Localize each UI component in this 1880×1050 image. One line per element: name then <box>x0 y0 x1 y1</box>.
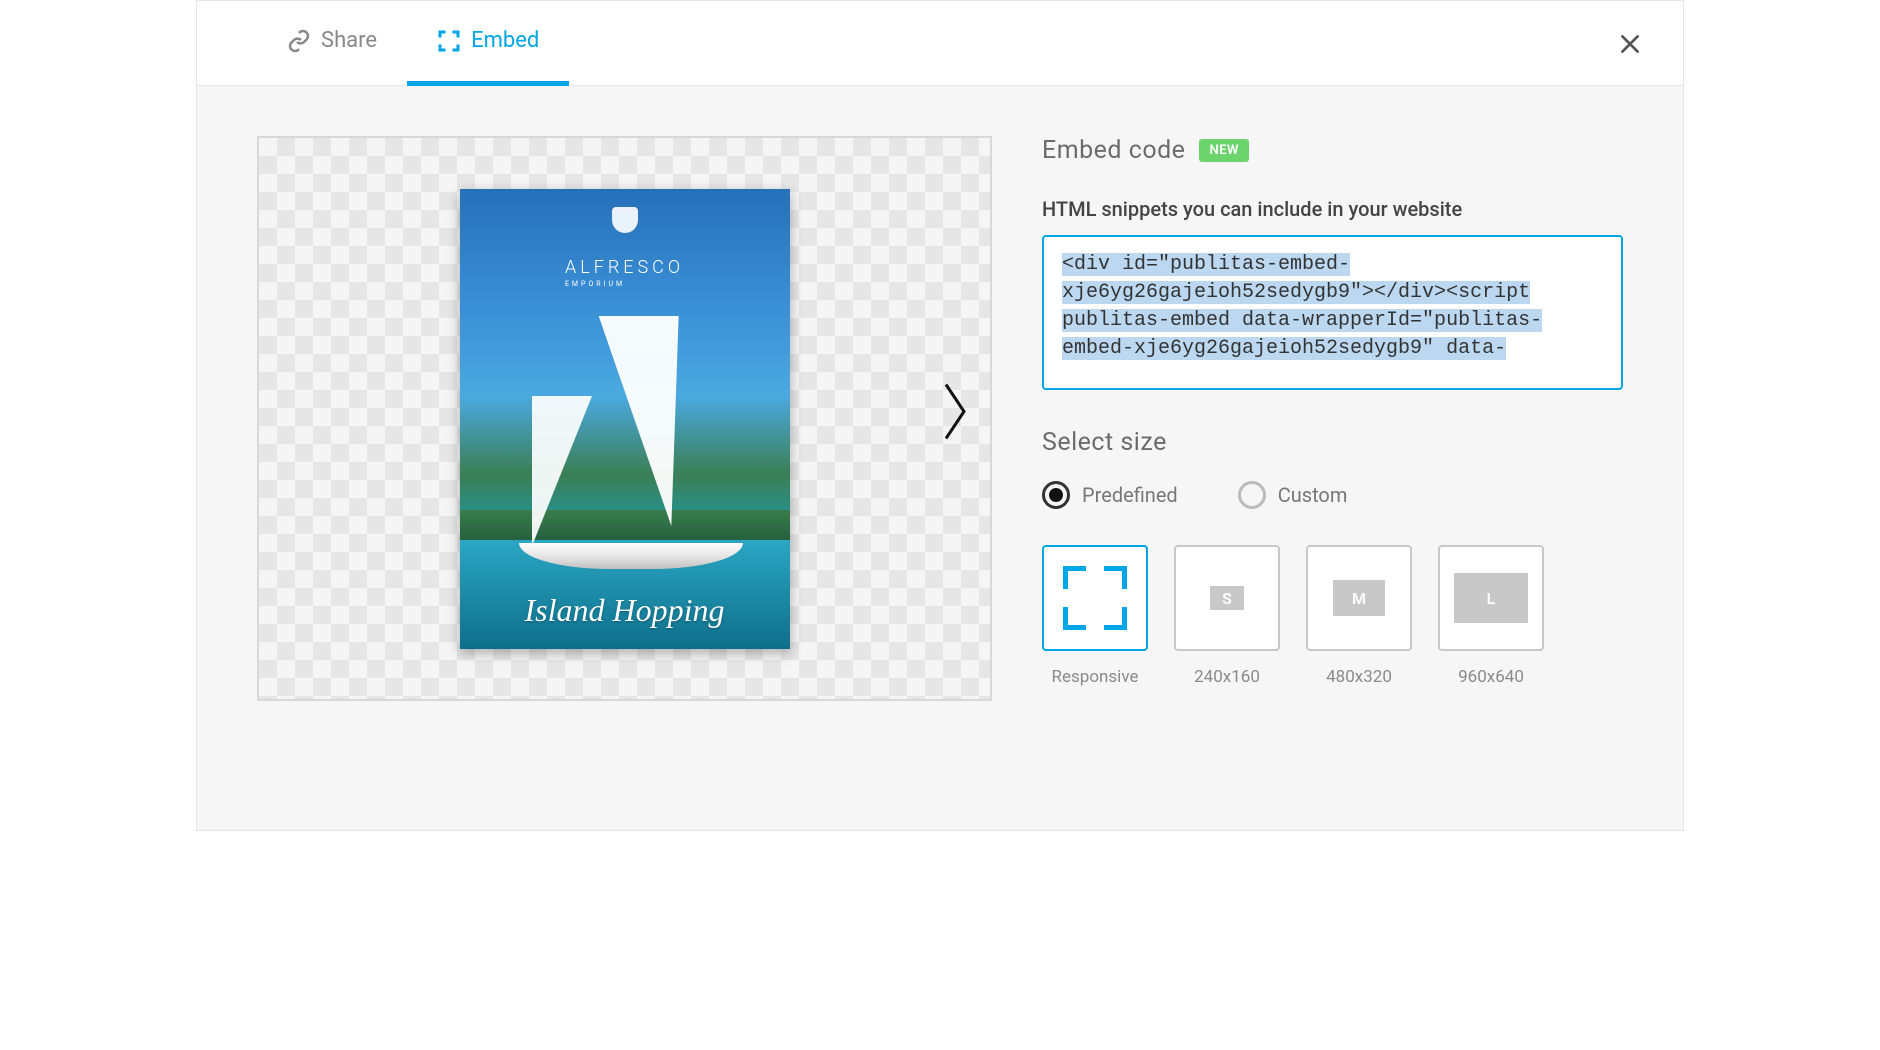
embed-code-textarea[interactable]: <div id="publitas-embed-xje6yg26gajeioh5… <box>1042 235 1623 390</box>
publication-logo: ALFRESCO EMPORIUM <box>565 207 684 288</box>
size-l-icon: L <box>1454 573 1528 623</box>
link-icon <box>287 29 311 53</box>
size-label-medium: 480x320 <box>1326 667 1392 687</box>
select-size-heading: Select size <box>1042 428 1623 457</box>
embed-subtitle: HTML snippets you can include in your we… <box>1042 197 1623 221</box>
embed-icon <box>437 29 461 53</box>
publication-brand-sub: EMPORIUM <box>565 280 684 288</box>
new-badge: NEW <box>1199 139 1248 162</box>
size-s-icon: S <box>1210 586 1244 610</box>
publication-brand: ALFRESCO <box>565 257 684 278</box>
size-card-large[interactable]: L <box>1438 545 1544 651</box>
radio-custom[interactable]: Custom <box>1238 481 1348 509</box>
size-option-large: L 960x640 <box>1438 545 1544 687</box>
embed-panel: Embed code NEW HTML snippets you can inc… <box>1042 136 1623 780</box>
close-icon <box>1617 31 1643 57</box>
radio-icon-checked <box>1042 481 1070 509</box>
size-label-responsive: Responsive <box>1052 667 1139 687</box>
radio-icon-unchecked <box>1238 481 1266 509</box>
size-card-medium[interactable]: M <box>1306 545 1412 651</box>
size-options: Responsive S 240x160 M 480x320 L 960x640 <box>1042 545 1623 687</box>
embed-code-text: <div id="publitas-embed-xje6yg26gajeioh5… <box>1062 253 1542 360</box>
publication-preview[interactable]: ALFRESCO EMPORIUM Island Hopping <box>460 189 790 649</box>
size-mode-radios: Predefined Custom <box>1042 481 1623 509</box>
size-card-small[interactable]: S <box>1174 545 1280 651</box>
close-button[interactable] <box>1617 31 1643 63</box>
size-option-responsive: Responsive <box>1042 545 1148 687</box>
tab-share-label: Share <box>321 28 377 53</box>
responsive-icon <box>1063 566 1127 630</box>
size-option-small: S 240x160 <box>1174 545 1280 687</box>
size-label-small: 240x160 <box>1194 667 1260 687</box>
size-label-large: 960x640 <box>1458 667 1524 687</box>
size-option-medium: M 480x320 <box>1306 545 1412 687</box>
tab-embed[interactable]: Embed <box>407 1 569 86</box>
preview-pane: ALFRESCO EMPORIUM Island Hopping <box>257 136 992 701</box>
size-m-icon: M <box>1333 580 1385 616</box>
radio-predefined[interactable]: Predefined <box>1042 481 1178 509</box>
modal-header: Share Embed <box>197 1 1683 86</box>
embed-heading: Embed code <box>1042 136 1185 165</box>
tab-share[interactable]: Share <box>257 1 407 86</box>
modal-body: ALFRESCO EMPORIUM Island Hopping Embed c… <box>197 86 1683 830</box>
chevron-right-icon <box>940 381 970 441</box>
tab-embed-label: Embed <box>471 28 539 53</box>
embed-heading-row: Embed code NEW <box>1042 136 1623 165</box>
crest-icon <box>612 207 638 233</box>
radio-predefined-label: Predefined <box>1082 483 1178 507</box>
size-card-responsive[interactable] <box>1042 545 1148 651</box>
publication-title: Island Hopping <box>460 592 790 629</box>
radio-custom-label: Custom <box>1278 483 1348 507</box>
next-page-button[interactable] <box>940 381 970 456</box>
